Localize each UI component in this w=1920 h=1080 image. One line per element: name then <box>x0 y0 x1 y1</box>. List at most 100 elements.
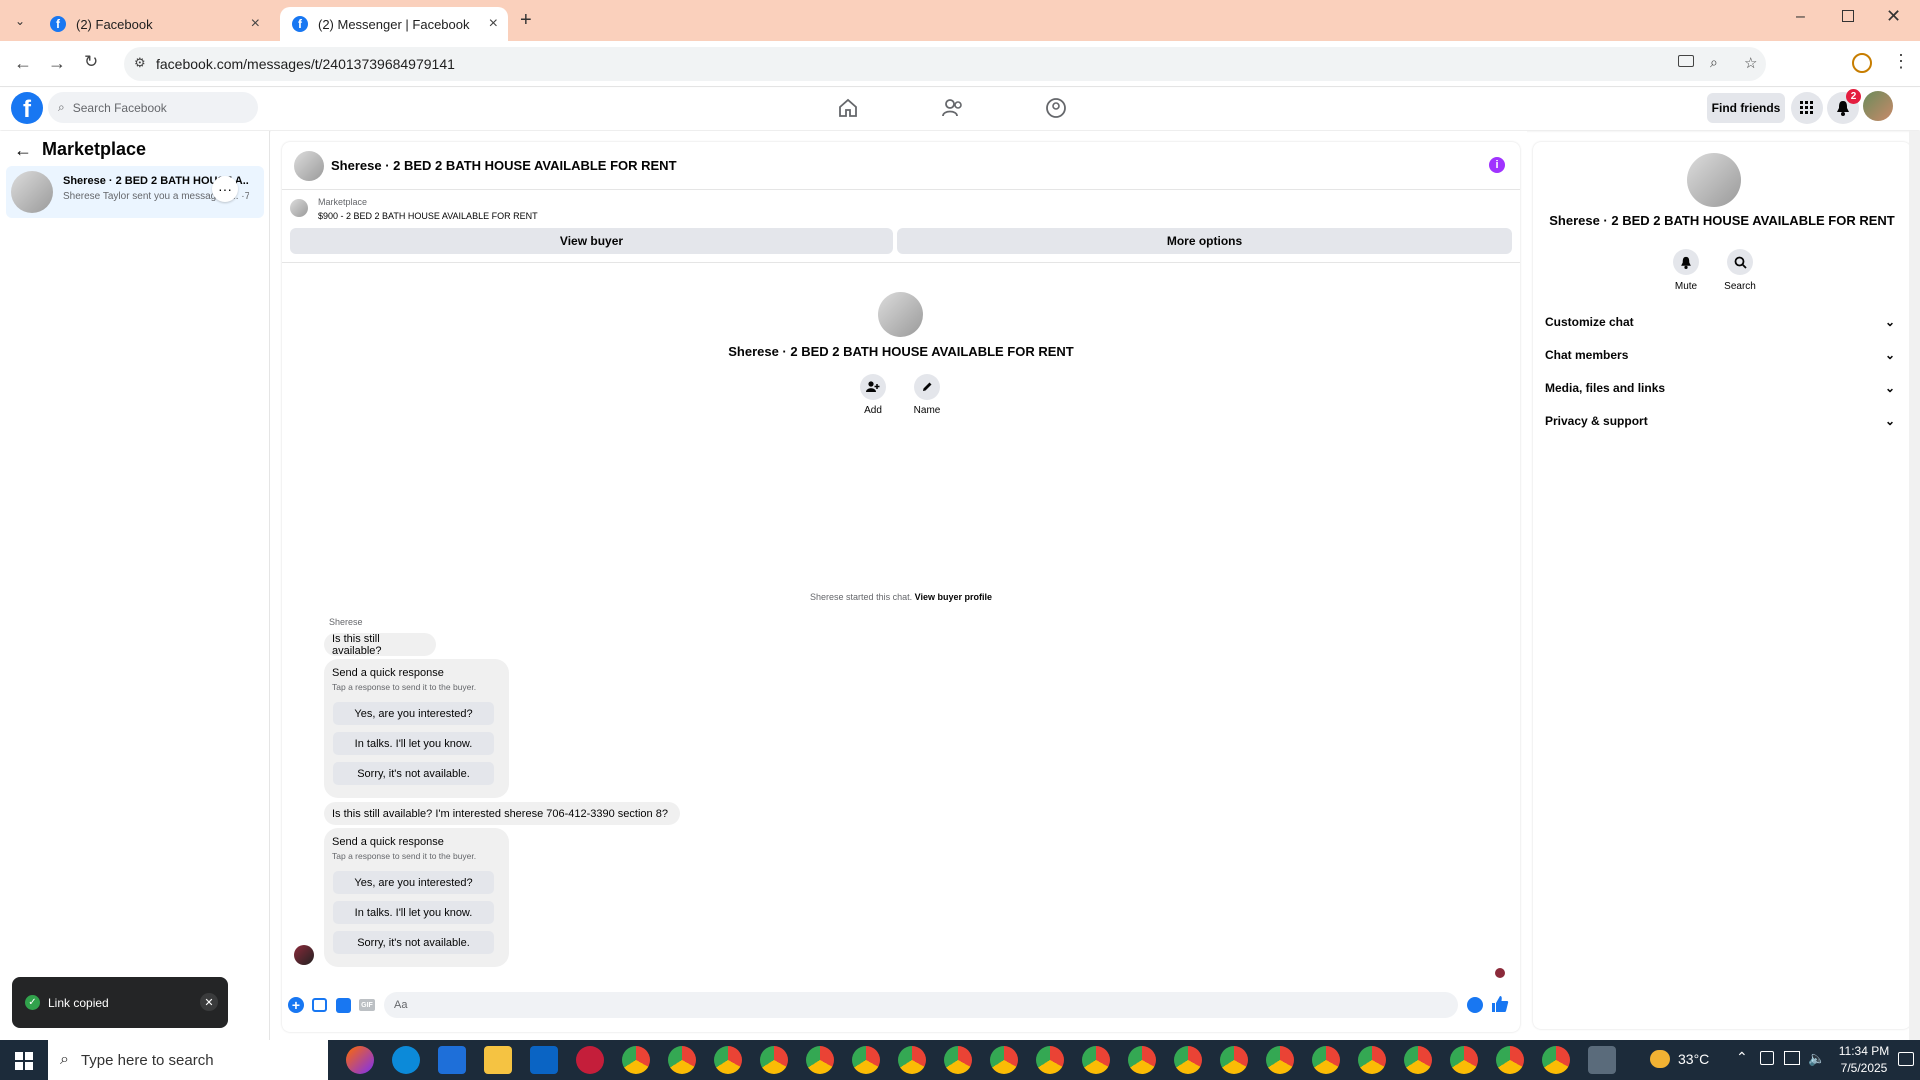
chrome-icon[interactable] <box>668 1046 696 1074</box>
back-icon[interactable]: ← <box>14 53 32 74</box>
taskbar-search-box[interactable]: ⌕ Type here to search <box>48 1040 328 1080</box>
quick-response-talks-button[interactable]: In talks. I'll let you know. <box>333 732 494 755</box>
chrome-icon[interactable] <box>990 1046 1018 1074</box>
network-icon[interactable] <box>1784 1051 1800 1065</box>
chrome-icon[interactable] <box>1404 1046 1432 1074</box>
chrome-icon[interactable] <box>1358 1046 1386 1074</box>
quick-response-sorry-button[interactable]: Sorry, it's not available. <box>333 762 494 785</box>
chrome-icon[interactable] <box>1542 1046 1570 1074</box>
chrome-icon[interactable] <box>852 1046 880 1074</box>
chrome-icon[interactable] <box>1450 1046 1478 1074</box>
photo-icon[interactable] <box>312 998 327 1012</box>
section-customize-chat[interactable]: Customize chat ⌄ <box>1545 312 1895 332</box>
clock-time[interactable]: 11:34 PM <box>1834 1044 1894 1058</box>
quick-response-yes-button[interactable]: Yes, are you interested? <box>333 702 494 725</box>
section-media-files-links[interactable]: Media, files and links ⌄ <box>1545 378 1895 398</box>
friends-icon[interactable] <box>942 98 964 118</box>
volume-icon[interactable]: 🔈 <box>1808 1050 1825 1067</box>
windows-start-icon[interactable] <box>15 1052 33 1070</box>
chat-header-title[interactable]: Sherese · 2 BED 2 BATH HOUSE AVAILABLE F… <box>331 158 677 173</box>
chrome-icon[interactable] <box>898 1046 926 1074</box>
chrome-icon[interactable] <box>1496 1046 1524 1074</box>
view-buyer-button[interactable]: View buyer <box>290 228 893 254</box>
chrome-icon[interactable] <box>622 1046 650 1074</box>
clock-date[interactable]: 7/5/2025 <box>1834 1061 1894 1075</box>
quick-response-yes-button[interactable]: Yes, are you interested? <box>333 871 494 894</box>
chrome-icon[interactable] <box>1036 1046 1064 1074</box>
menu-grid-icon[interactable] <box>1791 92 1823 124</box>
close-icon[interactable]: ✕ <box>200 993 218 1011</box>
message-bubble[interactable]: Is this still available? I'm interested … <box>324 802 680 825</box>
close-icon[interactable]: × <box>251 15 260 33</box>
window-close-icon[interactable]: ✕ <box>1886 6 1901 27</box>
info-icon[interactable]: i <box>1489 157 1505 173</box>
notification-center-icon[interactable] <box>1898 1052 1914 1066</box>
account-avatar[interactable] <box>1863 91 1893 121</box>
bookmark-star-icon[interactable]: ☆ <box>1744 54 1757 72</box>
profile-icon[interactable] <box>1852 53 1872 73</box>
home-icon[interactable] <box>838 98 858 118</box>
view-buyer-profile-link[interactable]: View buyer profile <box>915 592 992 602</box>
message-bubble[interactable]: Is this still available? <box>324 633 436 657</box>
profile-avatar[interactable] <box>878 292 923 337</box>
reload-icon[interactable]: ↻ <box>84 52 98 72</box>
find-friends-button[interactable]: Find friends <box>1707 93 1785 123</box>
store-icon[interactable] <box>438 1046 466 1074</box>
temperature[interactable]: 33°C <box>1678 1051 1709 1067</box>
more-options-icon[interactable]: ··· <box>212 176 238 202</box>
tab-facebook[interactable]: f (2) Facebook × <box>38 7 270 41</box>
tray-app-icon[interactable] <box>1760 1051 1774 1065</box>
edit-name-pencil-icon[interactable] <box>914 374 940 400</box>
edge-icon[interactable] <box>392 1046 420 1074</box>
tray-chevron-up-icon[interactable]: ⌃ <box>1736 1049 1748 1066</box>
listing-info[interactable]: $900 - 2 BED 2 BATH HOUSE AVAILABLE FOR … <box>318 211 538 221</box>
new-tab-icon[interactable]: + <box>520 9 532 32</box>
outlook-icon[interactable] <box>530 1046 558 1074</box>
details-avatar[interactable] <box>1687 153 1741 207</box>
sender-avatar[interactable] <box>294 945 314 965</box>
minimize-icon[interactable]: – <box>1796 8 1805 26</box>
mute-bell-icon[interactable] <box>1673 249 1699 275</box>
chrome-icon[interactable] <box>1174 1046 1202 1074</box>
like-thumb-icon[interactable] <box>1491 995 1509 1013</box>
app-icon[interactable] <box>576 1046 604 1074</box>
more-options-button[interactable]: More options <box>897 228 1512 254</box>
chrome-icon[interactable] <box>1220 1046 1248 1074</box>
gif-icon[interactable]: GIF <box>359 999 375 1011</box>
section-chat-members[interactable]: Chat members ⌄ <box>1545 345 1895 365</box>
chrome-icon[interactable] <box>806 1046 834 1074</box>
copilot-icon[interactable] <box>346 1046 374 1074</box>
groups-icon[interactable] <box>1045 97 1067 119</box>
url-text[interactable]: facebook.com/messages/t/2401373968497914… <box>156 56 455 72</box>
page-scrollbar[interactable] <box>1909 131 1920 1040</box>
search-facebook-input[interactable]: ⌕ Search Facebook <box>48 92 258 123</box>
site-info-icon[interactable]: ⚙ <box>134 55 146 71</box>
chrome-icon[interactable] <box>760 1046 788 1074</box>
tab-search-icon[interactable]: ⌄ <box>10 11 30 31</box>
forward-icon[interactable]: → <box>48 53 66 74</box>
tab-messenger[interactable]: f (2) Messenger | Facebook × <box>280 7 508 41</box>
conversation-item[interactable]: Sherese · 2 BED 2 BATH HOUSE A... Sheres… <box>6 166 264 218</box>
quick-response-sorry-button[interactable]: Sorry, it's not available. <box>333 931 494 954</box>
add-person-icon[interactable] <box>860 374 886 400</box>
back-arrow-icon[interactable]: ← <box>14 140 32 161</box>
section-privacy-support[interactable]: Privacy & support ⌄ <box>1545 411 1895 431</box>
sticker-icon[interactable] <box>336 998 351 1013</box>
listing-thumbnail[interactable] <box>290 199 308 217</box>
chrome-icon[interactable] <box>1128 1046 1156 1074</box>
chrome-icon[interactable] <box>1312 1046 1340 1074</box>
zoom-icon[interactable]: ⌕ <box>1710 54 1718 71</box>
facebook-logo[interactable]: f <box>11 92 43 124</box>
restore-icon[interactable] <box>1842 10 1854 22</box>
emoji-icon[interactable] <box>1467 997 1483 1013</box>
address-bar[interactable]: ⚙ facebook.com/messages/t/24013739684979… <box>124 47 1766 81</box>
search-icon[interactable] <box>1727 249 1753 275</box>
close-icon[interactable]: × <box>489 15 498 33</box>
chrome-icon[interactable] <box>1082 1046 1110 1074</box>
chrome-icon[interactable] <box>944 1046 972 1074</box>
chrome-icon[interactable] <box>1266 1046 1294 1074</box>
weather-icon[interactable] <box>1650 1050 1670 1068</box>
browser-menu-icon[interactable]: ⋮ <box>1892 51 1910 72</box>
chrome-icon[interactable] <box>714 1046 742 1074</box>
chat-header-avatar[interactable] <box>294 151 324 181</box>
